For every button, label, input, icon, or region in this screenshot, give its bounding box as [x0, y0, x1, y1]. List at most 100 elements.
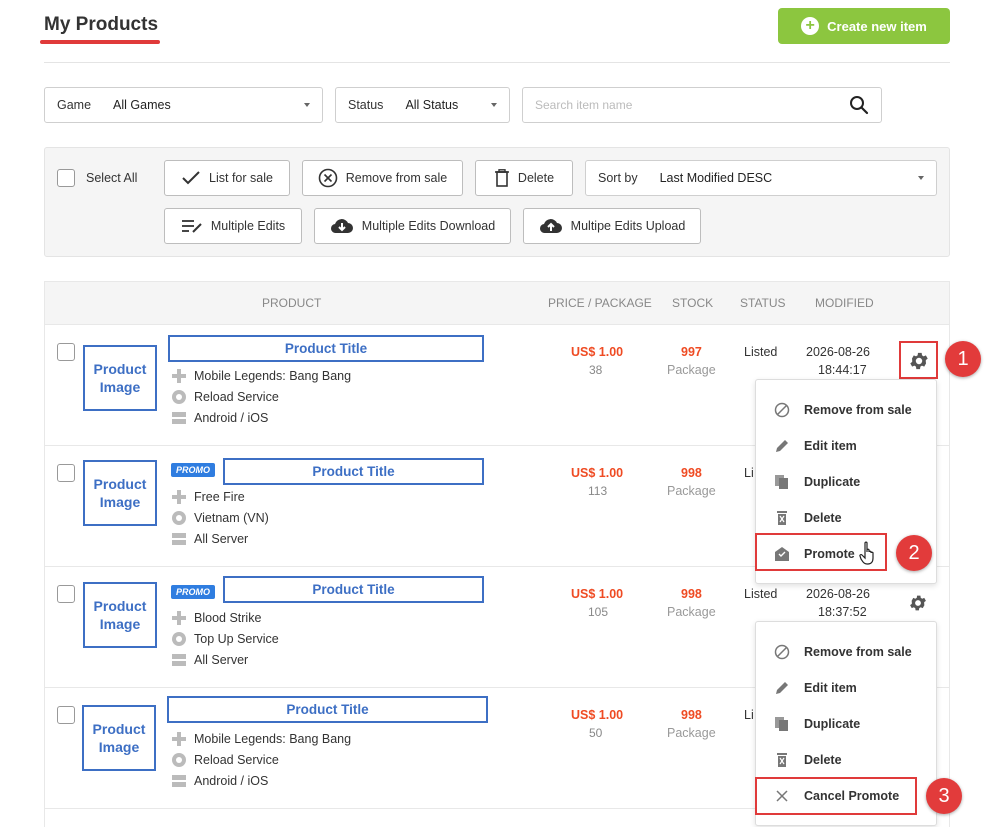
- product-image[interactable]: Product Image: [83, 460, 157, 526]
- status-filter-label: Status: [348, 98, 384, 112]
- trash-icon: [777, 753, 787, 767]
- column-header-product: PRODUCT: [262, 296, 322, 310]
- menu-item-edit-item[interactable]: Edit item: [756, 428, 936, 464]
- server-name: All Server: [194, 532, 249, 546]
- remove-from-sale-button[interactable]: Remove from sale: [302, 160, 463, 196]
- server-name: Android / iOS: [194, 411, 269, 425]
- sort-select[interactable]: Sort by Last Modified DESC: [585, 160, 937, 196]
- menu-item-label: Delete: [804, 511, 842, 525]
- product-image[interactable]: Product Image: [82, 705, 156, 771]
- product-title[interactable]: Product Title: [167, 696, 488, 723]
- multiple-edits-button[interactable]: Multiple Edits: [164, 208, 302, 244]
- status-text: Listed: [744, 587, 778, 601]
- column-header-stock: STOCK: [672, 296, 714, 310]
- server-icon: [172, 775, 186, 787]
- game-filter-select[interactable]: Game All Games: [44, 87, 323, 123]
- select-all-checkbox[interactable]: [57, 169, 75, 187]
- menu-item-label: Edit item: [804, 439, 857, 453]
- trash-icon: [494, 169, 509, 187]
- gear-button-highlight[interactable]: [899, 341, 938, 379]
- stock-count: 998: [681, 708, 702, 722]
- list-for-sale-label: List for sale: [209, 171, 273, 185]
- table-border-left: [44, 325, 45, 827]
- multiple-edits-upload-label: Multipe Edits Upload: [570, 219, 686, 233]
- promo-badge: PROMO: [171, 463, 215, 477]
- product-image[interactable]: Product Image: [83, 582, 157, 648]
- menu-item-label: Duplicate: [804, 717, 861, 731]
- menu-item-duplicate[interactable]: Duplicate: [756, 464, 936, 500]
- column-header-modified: MODIFIED: [815, 296, 874, 310]
- game-name: Free Fire: [194, 490, 245, 504]
- modified-time: 18:37:52: [818, 605, 867, 619]
- product-title[interactable]: Product Title: [168, 335, 484, 362]
- delete-button[interactable]: Delete: [475, 160, 573, 196]
- menu-item-delete[interactable]: Delete: [756, 742, 936, 778]
- price: US$ 1.00: [571, 587, 624, 601]
- row-checkbox[interactable]: [57, 464, 75, 482]
- service-name: Reload Service: [194, 753, 279, 767]
- stock-count: 997: [681, 345, 702, 359]
- create-new-item-button[interactable]: + Create new item: [778, 8, 950, 44]
- game-name: Mobile Legends: Bang Bang: [194, 732, 352, 746]
- list-for-sale-button[interactable]: List for sale: [164, 160, 290, 196]
- modified-time: 18:44:17: [818, 363, 867, 377]
- circle-x-icon: [318, 168, 338, 188]
- gear-icon[interactable]: [908, 593, 928, 613]
- product-service: Vietnam (VN): [172, 511, 269, 525]
- table-border-right: [949, 325, 950, 827]
- menu-item-delete[interactable]: Delete: [756, 500, 936, 536]
- product-title[interactable]: Product Title: [223, 576, 484, 603]
- step-badge-2: 2: [896, 535, 932, 571]
- menu-item-label: Delete: [804, 753, 842, 767]
- product-service: Reload Service: [172, 753, 279, 767]
- menu-item-remove-from-sale[interactable]: Remove from sale: [756, 634, 936, 670]
- product-server: All Server: [172, 653, 248, 667]
- row-checkbox[interactable]: [57, 706, 75, 724]
- status-filter-select[interactable]: Status All Status: [335, 87, 510, 123]
- row-checkbox[interactable]: [57, 343, 75, 361]
- header-divider: [44, 62, 950, 63]
- service-icon: [172, 390, 186, 404]
- promo-badge: PROMO: [171, 585, 215, 599]
- menu-item-label: Remove from sale: [804, 403, 912, 417]
- column-header-price: PRICE / PACKAGE: [548, 296, 652, 310]
- game-filter-label: Game: [57, 98, 92, 112]
- product-image[interactable]: Product Image: [83, 345, 157, 411]
- plus-icon: +: [801, 17, 820, 35]
- package-amount: 113: [588, 484, 608, 498]
- menu-item-edit-item[interactable]: Edit item: [756, 670, 936, 706]
- game-name: Blood Strike: [194, 611, 262, 625]
- menu-item-duplicate[interactable]: Duplicate: [756, 706, 936, 742]
- service-icon: [172, 632, 186, 646]
- price: US$ 1.00: [571, 708, 624, 722]
- search-icon[interactable]: [849, 95, 869, 115]
- delete-label: Delete: [517, 171, 555, 185]
- product-title[interactable]: Product Title: [223, 458, 484, 485]
- search-input[interactable]: [535, 98, 849, 112]
- stock-unit: Package: [667, 726, 716, 740]
- multiple-edits-download-label: Multiple Edits Download: [361, 219, 496, 233]
- stock-count: 998: [681, 466, 702, 480]
- product-game: Mobile Legends: Bang Bang: [172, 732, 351, 746]
- server-icon: [172, 654, 186, 666]
- ban-icon: [774, 402, 790, 418]
- stock-unit: Package: [667, 605, 716, 619]
- service-name: Vietnam (VN): [194, 511, 269, 525]
- product-game: Blood Strike: [172, 611, 261, 625]
- gear-icon[interactable]: [908, 350, 930, 372]
- package-amount: 105: [588, 605, 609, 619]
- price: US$ 1.00: [571, 345, 624, 359]
- game-filter-value: All Games: [113, 98, 171, 112]
- service-name: Reload Service: [194, 390, 279, 404]
- multiple-edits-download-button[interactable]: Multiple Edits Download: [314, 208, 511, 244]
- create-new-item-label: Create new item: [827, 18, 927, 34]
- multiple-edits-upload-button[interactable]: Multipe Edits Upload: [523, 208, 701, 244]
- status-text: Li: [744, 708, 754, 722]
- gamepad-icon: [172, 490, 186, 504]
- copy-icon: [775, 717, 788, 731]
- row-checkbox[interactable]: [57, 585, 75, 603]
- trash-icon: [777, 511, 787, 525]
- modified-date: 2026-08-26: [806, 587, 870, 601]
- menu-item-remove-from-sale[interactable]: Remove from sale: [756, 392, 936, 428]
- multiple-edits-label: Multiple Edits: [210, 219, 286, 233]
